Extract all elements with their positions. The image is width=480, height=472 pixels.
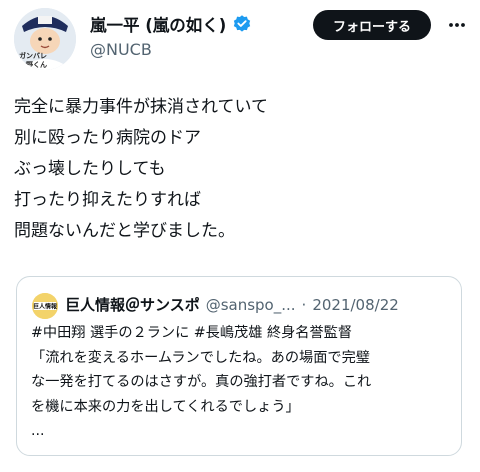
quote-body-line: な一発を打てるのはさすが。真の強打者ですね。これ [31, 374, 372, 390]
quote-body-line: 「流れを変えるホームランでしたね。あの場面で完璧 [31, 349, 370, 366]
quote-body-ellipsis: ... [31, 423, 45, 439]
svg-text:大野くん: 大野くん [19, 60, 47, 69]
more-options-icon[interactable] [446, 14, 468, 36]
quote-author-handle[interactable]: @sanspo_... [206, 296, 296, 314]
follow-button[interactable]: フォローする [313, 10, 431, 40]
tweet-text: 完全に暴力事件が抹消されていて 別に殴ったり病院のドア ぶっ壊したりしても 打っ… [14, 92, 454, 247]
tweet-text-line: 打ったり抑えたりすれば [14, 190, 201, 210]
quote-avatar[interactable]: 巨人情報 [32, 293, 58, 319]
quoted-tweet-card[interactable]: 巨人情報 巨人情報＠サンスポ @sanspo_... · 2021/08/22 … [16, 276, 462, 456]
quote-date[interactable]: 2021/08/22 [312, 296, 398, 314]
quote-body-line: を機に本来の力を出してくれるでしょう」 [31, 398, 300, 415]
author-handle[interactable]: @NUCB [90, 40, 152, 59]
cartoon-avatar-icon: ガンバレ 大野くん [14, 8, 76, 70]
author-name-row[interactable]: 嵐一平 (嵐の如く) [90, 12, 252, 36]
svg-text:巨人情報: 巨人情報 [33, 303, 58, 311]
quote-separator: · [301, 296, 307, 314]
tweet-text-line: 問題ないんだと学びました。 [14, 221, 235, 241]
verified-badge-icon [232, 14, 252, 34]
tweet-text-line: 別に殴ったり病院のドア [14, 128, 201, 148]
quote-body-line: #中田翔 選手の２ランに #長嶋茂雄 終身名誉監督 [31, 325, 353, 341]
quote-author-name[interactable]: 巨人情報＠サンスポ [65, 294, 200, 315]
quote-body: #中田翔 選手の２ランに #長嶋茂雄 終身名誉監督 「流れを変えるホームランでし… [31, 321, 451, 444]
quote-logo-icon: 巨人情報 [32, 293, 58, 319]
tweet-text-line: ぶっ壊したりしても [14, 159, 166, 179]
quote-header: 巨人情報＠サンスポ @sanspo_... · 2021/08/22 [65, 294, 399, 315]
tweet-text-line: 完全に暴力事件が抹消されていて [14, 97, 268, 117]
author-name[interactable]: 嵐一平 (嵐の如く) [90, 12, 226, 36]
svg-text:ガンバレ: ガンバレ [19, 51, 47, 60]
author-avatar[interactable]: ガンバレ 大野くん [14, 8, 76, 70]
